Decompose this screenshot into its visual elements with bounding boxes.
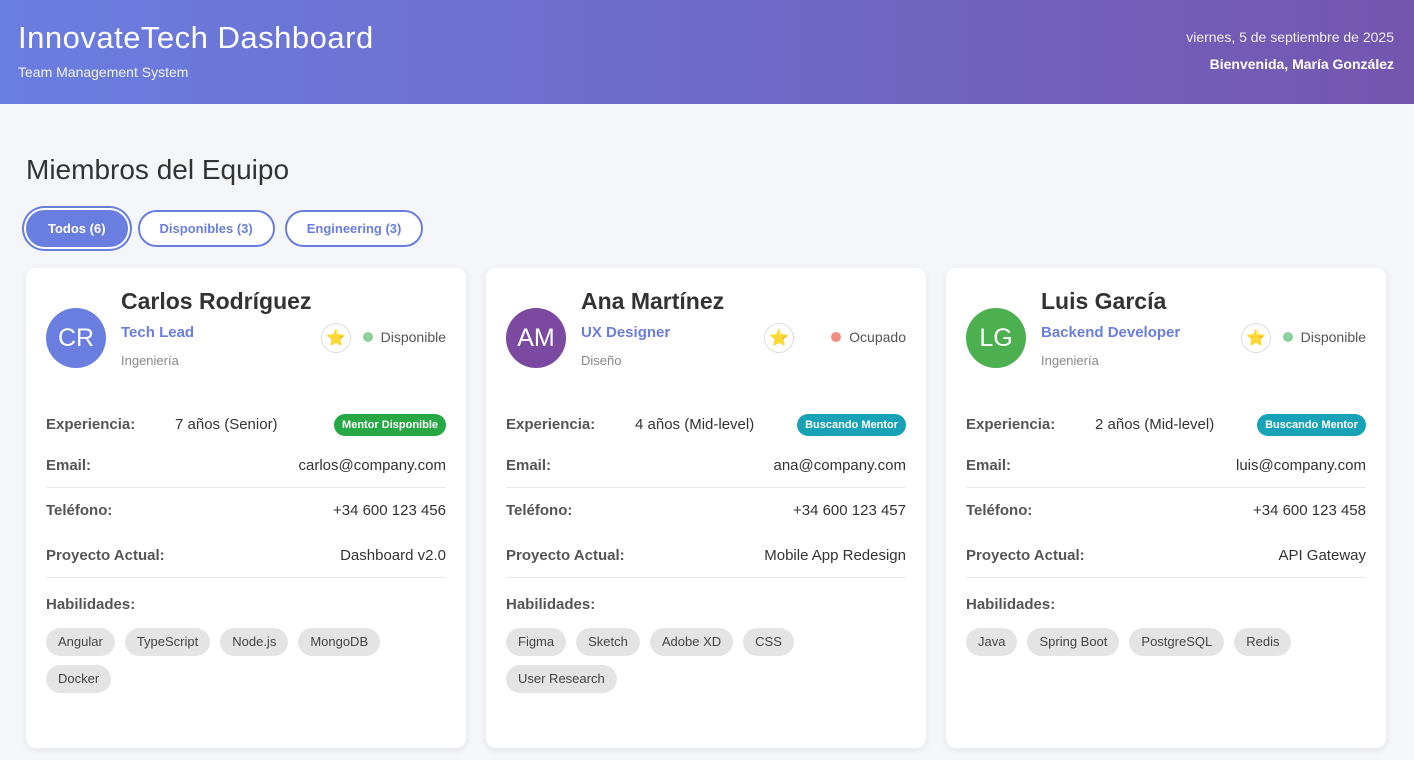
status-label: Ocupado bbox=[849, 329, 906, 345]
skill-tag: Angular bbox=[46, 628, 115, 656]
project-row: Proyecto Actual: API Gateway bbox=[966, 533, 1366, 578]
avatar: CR bbox=[46, 308, 106, 368]
app-subtitle: Team Management System bbox=[18, 64, 189, 80]
experience-row: Experiencia: 4 años (Mid-level) Buscando… bbox=[506, 402, 906, 447]
member-department: Diseño bbox=[581, 353, 622, 368]
skill-tag: CSS bbox=[743, 628, 794, 656]
member-department: Ingeniería bbox=[1041, 353, 1099, 368]
experience-value: 4 años (Mid-level) bbox=[635, 416, 755, 433]
star-icon[interactable]: ⭐ bbox=[1241, 323, 1271, 353]
phone-row: Teléfono: +34 600 123 456 bbox=[46, 488, 446, 533]
project-value: Dashboard v2.0 bbox=[340, 546, 446, 564]
member-role: Tech Lead bbox=[121, 324, 195, 341]
email-label: Email: bbox=[506, 456, 552, 474]
experience-value: 7 años (Senior) bbox=[175, 416, 278, 433]
app-header: InnovateTech Dashboard Team Management S… bbox=[0, 0, 1414, 104]
experience-label: Experiencia: bbox=[46, 416, 136, 433]
status-dot-icon bbox=[831, 332, 842, 342]
member-card: CR Carlos Rodríguez Tech Lead Ingeniería… bbox=[26, 268, 466, 748]
email-row: Email: ana@company.com bbox=[506, 443, 906, 488]
mentor-badge: Mentor Disponible bbox=[334, 413, 446, 436]
filter-engineering-button[interactable]: Engineering (3) bbox=[284, 210, 424, 247]
star-icon[interactable]: ⭐ bbox=[321, 323, 351, 353]
project-label: Proyecto Actual: bbox=[46, 546, 165, 564]
phone-label: Teléfono: bbox=[506, 502, 573, 519]
phone-label: Teléfono: bbox=[46, 502, 113, 519]
project-label: Proyecto Actual: bbox=[966, 546, 1085, 564]
app-title: InnovateTech Dashboard bbox=[18, 20, 374, 55]
phone-value[interactable]: +34 600 123 458 bbox=[1253, 502, 1366, 519]
welcome-message: Bienvenida, María González bbox=[1209, 56, 1394, 72]
project-row: Proyecto Actual: Mobile App Redesign bbox=[506, 533, 906, 578]
phone-value[interactable]: +34 600 123 457 bbox=[793, 502, 906, 519]
experience-row: Experiencia: 2 años (Mid-level) Buscando… bbox=[966, 402, 1366, 447]
skill-tag: Node.js bbox=[220, 628, 289, 656]
email-row: Email: carlos@company.com bbox=[46, 443, 446, 488]
avatar: LG bbox=[966, 308, 1026, 368]
star-icon[interactable]: ⭐ bbox=[764, 323, 794, 353]
mentor-badge: Buscando Mentor bbox=[1257, 413, 1366, 436]
skill-tag: Docker bbox=[46, 665, 112, 693]
skill-tag: MongoDB bbox=[298, 628, 381, 656]
skills-label: Habilidades: bbox=[966, 596, 1056, 613]
status-label: Disponible bbox=[1300, 329, 1366, 345]
skill-tag: TypeScript bbox=[124, 628, 211, 656]
email-value[interactable]: luis@company.com bbox=[1236, 457, 1366, 474]
mentor-badge: Buscando Mentor bbox=[797, 413, 906, 436]
phone-row: Teléfono: +34 600 123 457 bbox=[506, 488, 906, 533]
member-role: Backend Developer bbox=[1041, 324, 1181, 341]
filter-bar: Todos (6) Disponibles (3) Engineering (3… bbox=[26, 210, 424, 247]
experience-value: 2 años (Mid-level) bbox=[1095, 416, 1215, 433]
skills-label: Habilidades: bbox=[46, 596, 136, 613]
member-name: Ana Martínez bbox=[581, 288, 725, 314]
phone-value[interactable]: +34 600 123 456 bbox=[333, 502, 446, 519]
status-dot-icon bbox=[1282, 332, 1293, 342]
status-indicator: Disponible bbox=[362, 329, 446, 345]
email-value[interactable]: carlos@company.com bbox=[299, 457, 447, 474]
status-indicator: Ocupado bbox=[831, 329, 906, 345]
skills-list: Figma Sketch Adobe XD CSS User Research bbox=[506, 628, 866, 693]
member-card: AM Ana Martínez UX Designer Diseño ⭐ Ocu… bbox=[486, 268, 926, 748]
skill-tag: Java bbox=[966, 628, 1018, 656]
project-value: API Gateway bbox=[1278, 546, 1366, 564]
filter-all-button[interactable]: Todos (6) bbox=[26, 210, 128, 247]
email-label: Email: bbox=[46, 456, 92, 474]
experience-row: Experiencia: 7 años (Senior) Mentor Disp… bbox=[46, 402, 446, 447]
email-row: Email: luis@company.com bbox=[966, 443, 1366, 488]
email-value[interactable]: ana@company.com bbox=[773, 457, 906, 474]
member-card: LG Luis García Backend Developer Ingenie… bbox=[946, 268, 1386, 748]
project-label: Proyecto Actual: bbox=[506, 546, 625, 564]
skill-tag: PostgreSQL bbox=[1129, 628, 1225, 656]
skill-tag: Redis bbox=[1234, 628, 1292, 656]
experience-label: Experiencia: bbox=[966, 416, 1056, 433]
section-title: Miembros del Equipo bbox=[26, 154, 290, 185]
filter-available-button[interactable]: Disponibles (3) bbox=[137, 210, 275, 247]
status-dot-icon bbox=[362, 332, 373, 342]
skills-list: Java Spring Boot PostgreSQL Redis bbox=[966, 628, 1326, 656]
avatar: AM bbox=[506, 308, 566, 368]
skills-label: Habilidades: bbox=[506, 596, 596, 613]
skill-tag: User Research bbox=[506, 665, 617, 693]
status-label: Disponible bbox=[380, 329, 446, 345]
current-date: viernes, 5 de septiembre de 2025 bbox=[1186, 29, 1394, 45]
skill-tag: Adobe XD bbox=[649, 628, 734, 656]
skills-list: Angular TypeScript Node.js MongoDB Docker bbox=[46, 628, 406, 693]
project-row: Proyecto Actual: Dashboard v2.0 bbox=[46, 533, 446, 578]
experience-label: Experiencia: bbox=[506, 416, 596, 433]
skill-tag: Spring Boot bbox=[1027, 628, 1120, 656]
phone-row: Teléfono: +34 600 123 458 bbox=[966, 488, 1366, 533]
member-department: Ingeniería bbox=[121, 353, 179, 368]
member-role: UX Designer bbox=[581, 324, 671, 341]
skill-tag: Sketch bbox=[576, 628, 640, 656]
status-indicator: Disponible bbox=[1282, 329, 1366, 345]
member-name: Luis García bbox=[1041, 288, 1167, 314]
skill-tag: Figma bbox=[506, 628, 567, 656]
phone-label: Teléfono: bbox=[966, 502, 1033, 519]
project-value: Mobile App Redesign bbox=[764, 546, 906, 564]
email-label: Email: bbox=[966, 456, 1012, 474]
member-name: Carlos Rodríguez bbox=[121, 288, 312, 314]
